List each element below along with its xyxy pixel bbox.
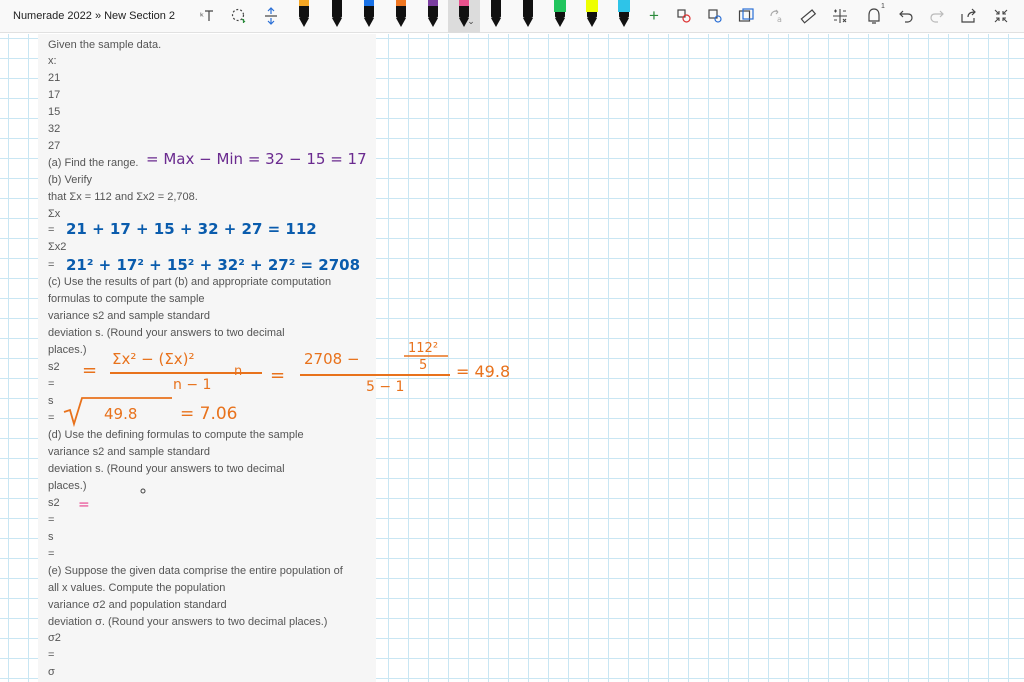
ink-s2-num2: 2708 − <box>304 350 360 368</box>
ink-sum-x: 21 + 17 + 15 + 32 + 27 = 112 <box>66 220 317 238</box>
pen-cursor <box>140 488 146 494</box>
ink-s2-result: = 49.8 <box>456 362 510 381</box>
ink-sum-x2: 21² + 17² + 15² + 32² + 27² = 2708 <box>66 256 360 274</box>
ink-s2-den2: 5 − 1 <box>366 379 404 395</box>
ink-s2-eq: = <box>270 365 285 386</box>
ink-s2-denominator: n − 1 <box>173 377 211 393</box>
ink-s2-lhs: = <box>82 360 97 381</box>
ink-s-value: = 7.06 <box>180 404 238 424</box>
ink-s2-frac-bot: 5 <box>419 358 427 373</box>
ink-s2-frac-top: 112² <box>408 341 438 356</box>
ink-s-radicand: 49.8 <box>104 405 137 423</box>
handwritten-ink-layer: = Max − Min = 32 − 15 = 17 21 + 17 + 15 … <box>63 150 510 513</box>
ink-range: = Max − Min = 32 − 15 = 17 <box>146 150 367 168</box>
ink-pink-equals: = <box>78 497 90 513</box>
ink-s2-numerator: Σx² − (Σx)² <box>112 350 195 368</box>
ink-s2-n: n <box>234 364 242 379</box>
